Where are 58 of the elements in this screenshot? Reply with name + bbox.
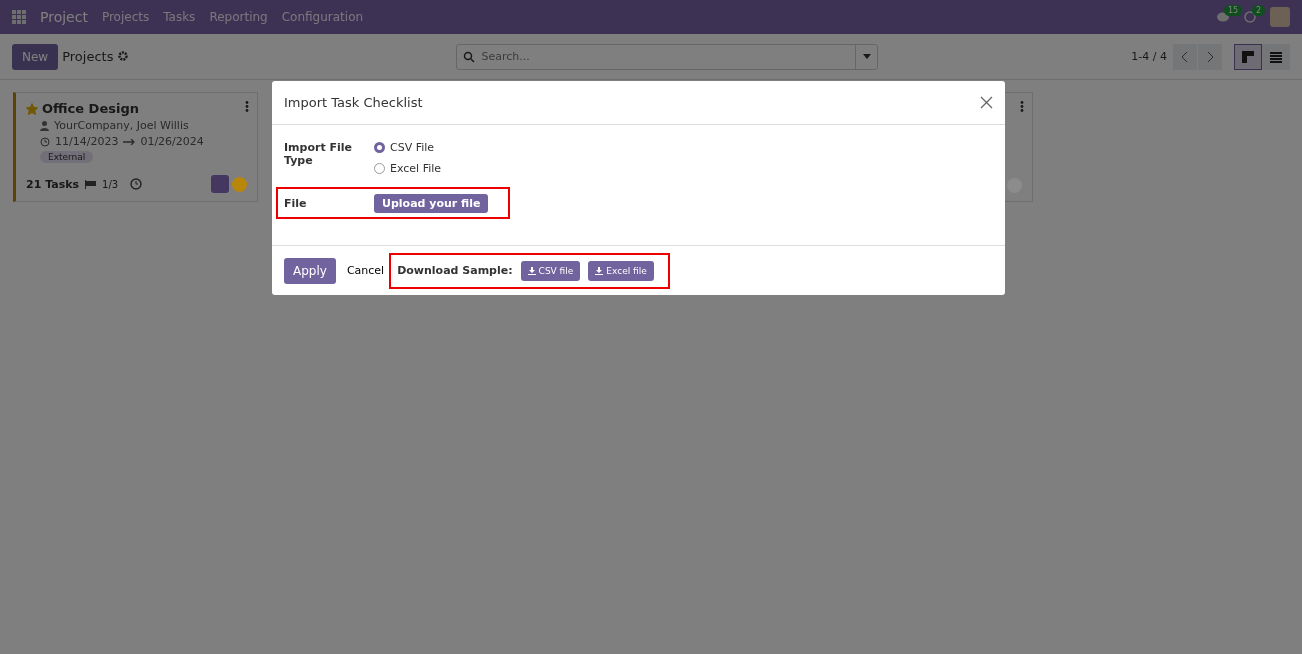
project-title: Office Design — [42, 101, 139, 116]
chevron-right-icon — [1206, 50, 1214, 63]
kanban-view-button[interactable] — [1234, 43, 1262, 70]
tag-label: External — [40, 151, 94, 163]
more-icon — [1020, 101, 1024, 112]
app-name[interactable]: Project — [40, 9, 88, 25]
previous-button[interactable] — [1173, 43, 1197, 70]
next-button[interactable] — [1198, 43, 1222, 70]
list-view-button[interactable] — [1262, 43, 1290, 70]
milestone-count: 1/3 — [102, 178, 119, 190]
file-type-radio[interactable]: CSV File — [374, 141, 993, 154]
field-label: Import File Type — [283, 141, 353, 169]
download-button[interactable]: CSV file — [520, 260, 581, 281]
menu-item[interactable]: Projects — [101, 10, 150, 24]
user-avatar — [211, 175, 229, 193]
clock-icon — [130, 178, 143, 190]
search-icon — [463, 50, 476, 63]
person-icon — [40, 120, 49, 131]
date-text: 11/14/2023 — [55, 135, 119, 148]
project-card[interactable]: Office Design YourCompany, Joel Willis 11/14/2023 01/26/2024 External 21 Tasks 1/3 — [13, 92, 258, 202]
chevron-left-icon — [1181, 50, 1189, 63]
clock-icon — [1244, 11, 1256, 23]
close-button[interactable] — [980, 96, 993, 109]
gear-icon — [118, 50, 129, 61]
customer-name: YourCompany, Joel Willis — [54, 119, 189, 132]
kanban-icon — [1242, 50, 1254, 63]
status-circle[interactable] — [232, 176, 247, 192]
cancel-button[interactable]: Cancel — [346, 264, 385, 277]
new-button[interactable]: New — [12, 43, 59, 70]
search-placeholder: Search... — [481, 50, 530, 63]
caret-icon — [862, 54, 871, 59]
more-icon — [245, 101, 249, 112]
search-field[interactable]: Search... — [456, 43, 879, 70]
upload-button[interactable]: Upload your file — [374, 193, 489, 213]
list-icon — [1270, 50, 1282, 63]
download-icon — [527, 266, 536, 275]
flag-icon — [85, 179, 97, 189]
download-button[interactable]: Excel file — [588, 260, 654, 281]
download-label: Download Sample: — [397, 264, 513, 277]
page-title: Projects — [62, 49, 114, 64]
field-label: File — [283, 196, 308, 210]
apps-grid-icon — [12, 10, 26, 24]
apply-button[interactable]: Apply — [284, 257, 336, 284]
task-count[interactable]: 21 Tasks — [26, 177, 80, 191]
menu-item[interactable]: Tasks — [163, 10, 196, 24]
date-text: 01/26/2024 — [140, 135, 204, 148]
count-badge: 2 — [1252, 5, 1266, 16]
menu-item[interactable]: Reporting — [209, 10, 268, 24]
clock-icon — [40, 136, 50, 147]
download-icon — [595, 266, 604, 275]
arrow-icon — [123, 138, 136, 145]
file-type-radio[interactable]: Excel File — [374, 162, 993, 175]
pager-text: 1-4 / 4 — [1131, 50, 1167, 63]
user-avatar[interactable] — [1270, 7, 1290, 27]
star-icon[interactable] — [26, 102, 38, 115]
count-badge: 15 — [1224, 5, 1243, 16]
dialog-title: Import Task Checklist — [284, 95, 423, 110]
menu-item[interactable]: Configuration — [281, 10, 364, 24]
